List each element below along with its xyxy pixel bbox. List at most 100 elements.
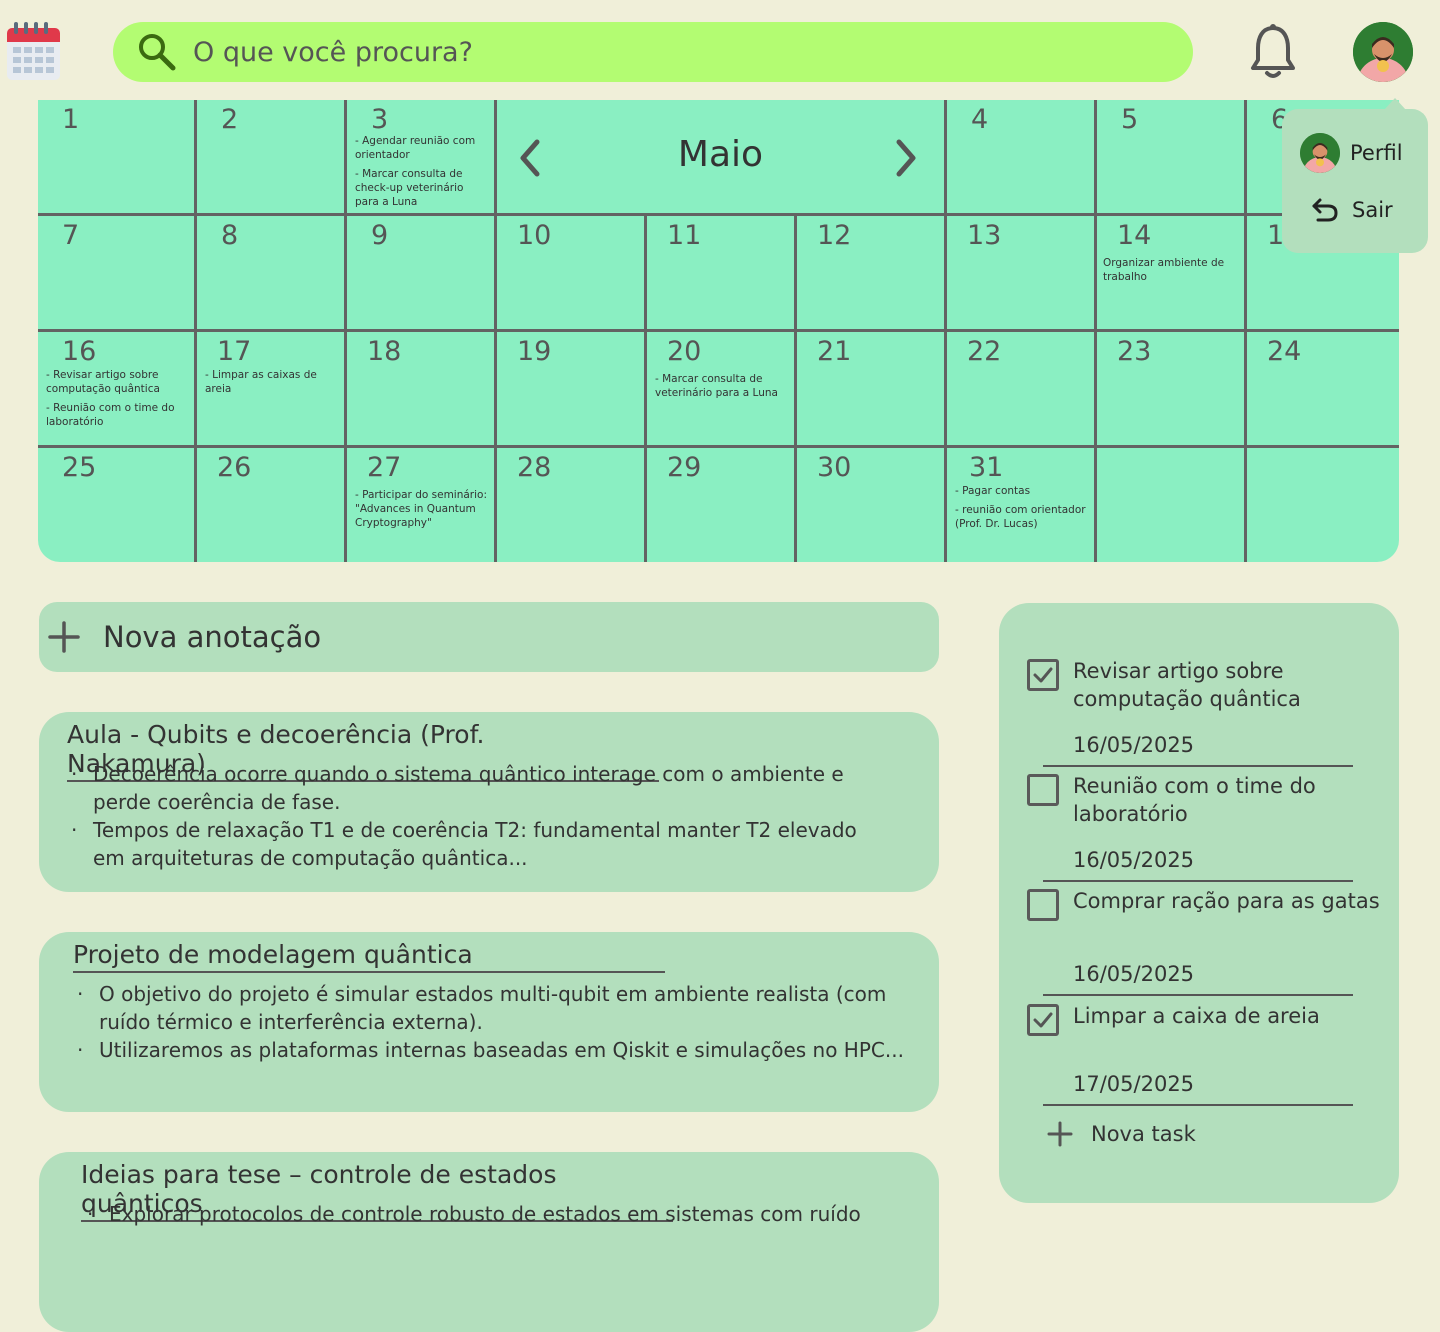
event-item: - Limpar as caixas de areia <box>205 369 317 395</box>
notification-bell-icon[interactable] <box>1248 22 1298 82</box>
month-title: Maio <box>677 134 764 175</box>
calendar-day-29[interactable]: 29 <box>647 448 797 562</box>
profile-label: Perfil <box>1350 141 1403 165</box>
calendar-day-21[interactable]: 21 <box>797 332 947 448</box>
day-number: 17 <box>217 336 252 367</box>
calendar-day-19[interactable]: 19 <box>497 332 647 448</box>
day-number: 7 <box>62 220 80 251</box>
logout-menu-item[interactable]: Sair <box>1310 195 1393 225</box>
calendar-day-14[interactable]: 14 Organizar ambiente de trabalho <box>1097 216 1247 332</box>
day-number: 18 <box>367 336 402 367</box>
calendar-day-10[interactable]: 10 <box>497 216 647 332</box>
day-number: 31 <box>969 452 1004 483</box>
note-body: Decoerência ocorre quando o sistema quân… <box>69 760 889 872</box>
logout-arrow-icon <box>1310 195 1340 225</box>
calendar-day-1[interactable]: 1 <box>38 100 197 216</box>
calendar-day-26[interactable]: 26 <box>197 448 347 562</box>
calendar-day-11[interactable]: 11 <box>647 216 797 332</box>
calendar-day-28[interactable]: 28 <box>497 448 647 562</box>
day-number: 3 <box>371 104 389 135</box>
avatar[interactable] <box>1353 22 1413 82</box>
day-events: - Limpar as caixas de areia <box>205 368 340 401</box>
day-events: Organizar ambiente de trabalho <box>1103 256 1240 289</box>
task-date: 17/05/2025 <box>1043 1072 1353 1106</box>
day-events: - Revisar artigo sobre computação quânti… <box>46 368 190 434</box>
calendar-day-23[interactable]: 23 <box>1097 332 1247 448</box>
day-number: 28 <box>517 452 552 483</box>
day-number: 19 <box>517 336 552 367</box>
calendar-day-empty <box>1097 448 1247 562</box>
note-title: Projeto de modelagem quântica <box>73 940 665 973</box>
task-label: Reunião com o time do laboratório <box>1073 774 1316 826</box>
avatar <box>1300 133 1340 173</box>
note-bullet: Decoerência ocorre quando o sistema quân… <box>69 760 889 816</box>
calendar-day-4[interactable]: 4 <box>947 100 1097 216</box>
day-number: 4 <box>971 104 989 135</box>
note-bullet: Tempos de relaxação T1 e de coerência T2… <box>69 816 889 872</box>
search-input[interactable] <box>191 35 1095 69</box>
day-events: - Agendar reunião com orientador - Marca… <box>355 134 490 214</box>
day-number: 27 <box>367 452 402 483</box>
note-bullet: O objetivo do projeto é simular estados … <box>75 980 925 1036</box>
day-number: 8 <box>221 220 239 251</box>
calendar-day-13[interactable]: 13 <box>947 216 1097 332</box>
day-number: 12 <box>817 220 852 251</box>
calendar-day-31[interactable]: 31 - Pagar contas - reunião com orientad… <box>947 448 1097 562</box>
month-header: Maio <box>497 100 947 216</box>
calendar-day-27[interactable]: 27 - Participar do seminário: "Advances … <box>347 448 497 562</box>
event-item: - Reunião com o time do laboratório <box>46 402 175 428</box>
note-body: O objetivo do projeto é simular estados … <box>75 980 925 1064</box>
calendar-day-22[interactable]: 22 <box>947 332 1097 448</box>
calendar-day-17[interactable]: 17 - Limpar as caixas de areia <box>197 332 347 448</box>
event-item: Organizar ambiente de trabalho <box>1103 257 1225 283</box>
day-number: 2 <box>221 104 239 135</box>
day-number: 21 <box>817 336 852 367</box>
calendar-day-3[interactable]: 3 - Agendar reunião com orientador - Mar… <box>347 100 497 216</box>
calendar-day-7[interactable]: 7 <box>38 216 197 332</box>
day-events: - Pagar contas - reunião com orientador … <box>955 484 1090 536</box>
day-number: 14 <box>1117 220 1152 251</box>
new-note-button[interactable]: Nova anotação <box>39 602 939 672</box>
task-date: 16/05/2025 <box>1043 733 1353 767</box>
day-number: 29 <box>667 452 702 483</box>
calendar-day-2[interactable]: 2 <box>197 100 347 216</box>
note-card[interactable]: Ideias para tese – controle de estados q… <box>39 1152 939 1332</box>
task-checkbox[interactable] <box>1027 774 1059 806</box>
note-card[interactable]: Aula - Qubits e decoerência (Prof. Nakam… <box>39 712 939 892</box>
next-month-chevron-icon[interactable] <box>891 138 921 178</box>
plus-icon <box>1047 1121 1073 1147</box>
calendar-day-16[interactable]: 16 - Revisar artigo sobre computação quâ… <box>38 332 197 448</box>
new-task-button[interactable]: Nova task <box>1029 1121 1196 1147</box>
day-number: 26 <box>217 452 252 483</box>
profile-menu: Perfil Sair <box>1282 98 1428 253</box>
search-bar[interactable] <box>113 22 1193 82</box>
day-number: 23 <box>1117 336 1152 367</box>
event-item: - Pagar contas <box>955 485 1031 497</box>
profile-menu-item[interactable]: Perfil <box>1300 133 1403 173</box>
calendar-day-18[interactable]: 18 <box>347 332 497 448</box>
task-checkbox-checked[interactable] <box>1027 1004 1059 1036</box>
task-checkbox[interactable] <box>1027 889 1059 921</box>
day-number: 1 <box>62 104 80 135</box>
logout-label: Sair <box>1352 198 1393 222</box>
plus-icon <box>47 620 81 654</box>
task-label: Comprar ração para as gatas <box>1073 889 1380 913</box>
calendar-day-24[interactable]: 24 <box>1247 332 1399 448</box>
day-events: - Participar do seminário: "Advances in … <box>355 488 490 535</box>
search-icon <box>137 32 177 72</box>
calendar-day-5[interactable]: 5 <box>1097 100 1247 216</box>
event-item: - Revisar artigo sobre computação quânti… <box>46 369 160 395</box>
event-item: - Agendar reunião com orientador <box>355 135 476 161</box>
calendar-day-12[interactable]: 12 <box>797 216 947 332</box>
task-label: Limpar a caixa de areia <box>1073 1004 1320 1028</box>
calendar-day-8[interactable]: 8 <box>197 216 347 332</box>
calendar-day-25[interactable]: 25 <box>38 448 197 562</box>
calendar-day-9[interactable]: 9 <box>347 216 497 332</box>
note-bullet: Utilizaremos as plataformas internas bas… <box>75 1036 925 1064</box>
note-card[interactable]: Projeto de modelagem quântica O objetivo… <box>39 932 939 1112</box>
calendar-day-20[interactable]: 20 - Marcar consulta de veterinário para… <box>647 332 797 448</box>
calendar-day-30[interactable]: 30 <box>797 448 947 562</box>
task-checkbox-checked[interactable] <box>1027 659 1059 691</box>
new-task-label: Nova task <box>1091 1122 1196 1146</box>
event-item: - Marcar consulta de veterinário para a … <box>655 373 778 399</box>
